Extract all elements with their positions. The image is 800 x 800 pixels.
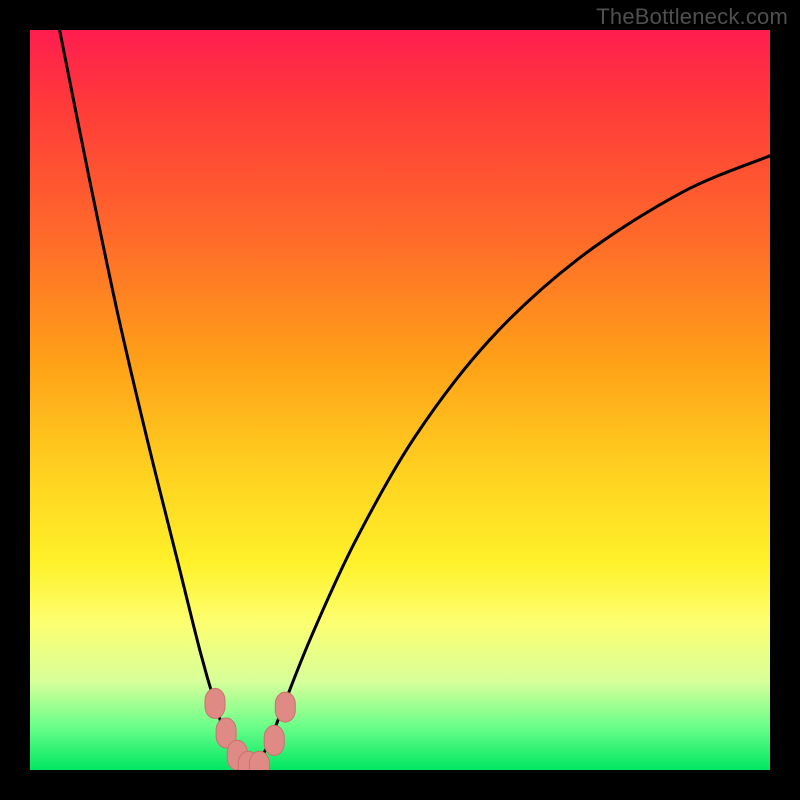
watermark-text: TheBottleneck.com bbox=[596, 4, 788, 30]
curve-marker bbox=[275, 692, 295, 722]
outer-frame: TheBottleneck.com bbox=[0, 0, 800, 800]
curve-layer bbox=[60, 30, 770, 769]
curve-marker bbox=[249, 751, 269, 770]
curve-marker bbox=[264, 725, 284, 755]
marker-layer bbox=[205, 688, 295, 770]
curve-marker bbox=[205, 688, 225, 718]
chart-svg bbox=[30, 30, 770, 770]
bottleneck-curve bbox=[60, 30, 770, 769]
chart-area bbox=[30, 30, 770, 770]
